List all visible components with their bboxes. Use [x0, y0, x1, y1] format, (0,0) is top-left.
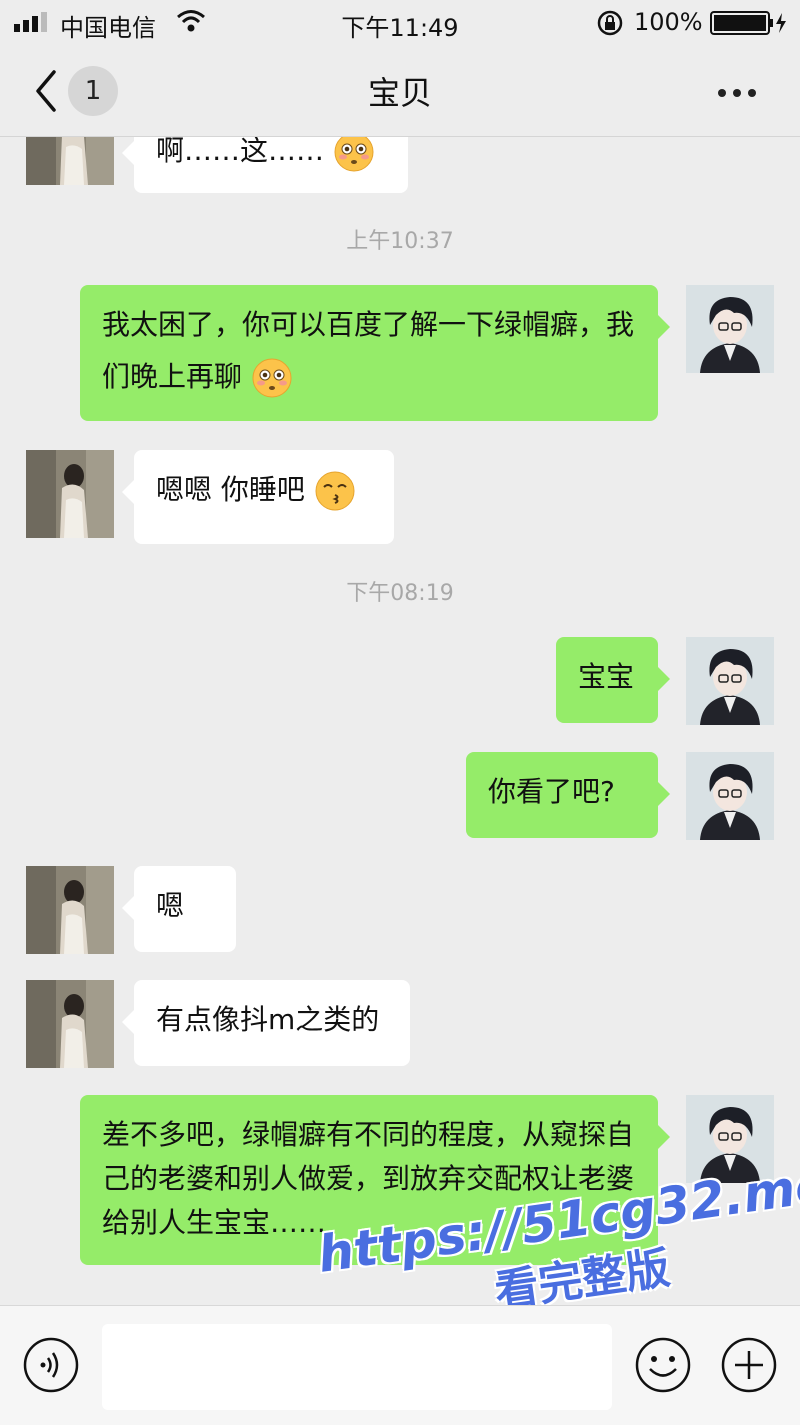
more-options-icon[interactable]	[718, 82, 766, 102]
contact-avatar[interactable]	[26, 980, 114, 1068]
my-avatar[interactable]	[686, 637, 774, 725]
outgoing-message[interactable]: 你看了吧?	[466, 752, 670, 838]
rotation-lock-icon	[597, 10, 623, 36]
emoji-icon[interactable]	[634, 1336, 692, 1394]
kissing-face-icon	[314, 471, 355, 511]
battery-percent: 100%	[634, 8, 703, 36]
status-bar: 中国电信 下午11:49 100%	[0, 0, 800, 44]
chat-header: 1 宝贝	[0, 44, 800, 137]
incoming-message[interactable]: 啊……这……	[122, 137, 408, 193]
contact-avatar[interactable]	[26, 450, 114, 538]
message-list[interactable]: 啊……这…… 上午10:37 我太困了，你可以百度了解一下绿帽癖，我们晚上再聊 …	[0, 137, 800, 1305]
outgoing-message[interactable]: 我太困了，你可以百度了解一下绿帽癖，我们晚上再聊	[80, 285, 670, 421]
incoming-message[interactable]: 有点像抖m之类的	[122, 980, 410, 1066]
incoming-message[interactable]: 嗯嗯 你睡吧	[122, 450, 394, 544]
voice-input-icon[interactable]	[22, 1336, 80, 1394]
my-avatar[interactable]	[686, 285, 774, 373]
my-avatar[interactable]	[686, 752, 774, 840]
flushed-face-icon	[334, 137, 374, 172]
input-bar	[0, 1305, 800, 1425]
timestamp: 下午08:19	[346, 581, 454, 606]
battery-icon	[710, 11, 786, 35]
flushed-face-icon	[252, 358, 292, 398]
timestamp: 上午10:37	[346, 229, 454, 254]
contact-avatar[interactable]	[26, 137, 114, 185]
add-attachment-icon[interactable]	[720, 1336, 778, 1394]
outgoing-message[interactable]: 宝宝	[556, 637, 670, 723]
message-input[interactable]	[102, 1324, 612, 1410]
incoming-message[interactable]: 嗯	[122, 866, 236, 952]
contact-avatar[interactable]	[26, 866, 114, 954]
chat-title: 宝贝	[367, 74, 432, 112]
